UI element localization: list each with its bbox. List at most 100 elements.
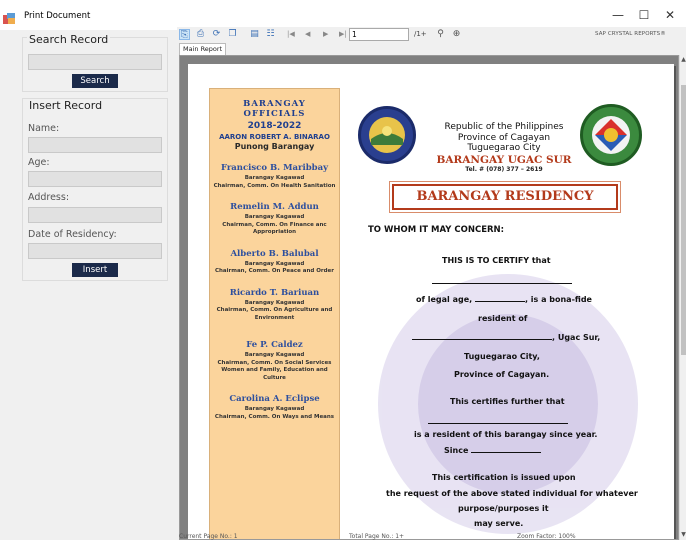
kagawad-role: Barangay Kagawad	[244, 260, 305, 267]
kagawad-name: Carolina A. Eclipse	[229, 394, 320, 404]
city-line: Tuguegarao City,	[464, 352, 540, 361]
kagawad-name: Ricardo T. Bariuan	[229, 287, 320, 298]
copy-icon[interactable]: ❐	[227, 29, 238, 40]
kagawad-role: Barangay Kagawad	[244, 352, 305, 358]
date-of-residency-label: Date of Residency:	[28, 229, 117, 240]
punong-barangay-name: AARON ROBERT A. BINARAO	[219, 133, 330, 141]
header-line-1: Republic of the Philippines	[444, 122, 564, 132]
last-page-icon[interactable]: ▶|	[339, 29, 347, 40]
issued-line-3: purpose/purposes it	[458, 504, 549, 513]
insert-button[interactable]: Insert	[72, 263, 118, 277]
kagawad-entry: Remelin M. Addun Barangay Kagawad Chairm…	[210, 202, 339, 237]
print-icon[interactable]: ⎙	[195, 29, 206, 40]
kagawad-committee: Chairman, Comm. On Social Services Women…	[217, 359, 332, 381]
search-input[interactable]	[28, 54, 162, 70]
since-blank	[471, 445, 542, 453]
kagawad-entry: Ricardo T. Bariuan Barangay Kagawad Chai…	[210, 288, 339, 323]
zoom-icon[interactable]: ⊕	[451, 29, 462, 40]
find-icon[interactable]: ⚲	[435, 29, 446, 40]
refresh-icon[interactable]: ⟳	[211, 29, 222, 40]
age-blank	[474, 294, 525, 302]
report-page: BARANGAY OFFICIALS 2018-2022 AARON ROBER…	[188, 64, 674, 539]
group-tree-icon[interactable]: ▤	[249, 29, 260, 40]
kagawad-committee: Chairman, Comm. On Finance anc Appropria…	[222, 221, 327, 236]
status-total-pages: Total Page No.: 1+	[349, 533, 405, 540]
page-number-input[interactable]: 1	[349, 28, 409, 41]
certificate-banner: BARANGAY RESIDENCY	[389, 181, 621, 213]
close-button[interactable]: ✕	[660, 8, 680, 22]
since-line: Since	[444, 445, 542, 455]
punong-barangay-role: Punong Barangay	[234, 142, 315, 151]
next-page-icon[interactable]: ▶	[323, 29, 328, 40]
tab-main-report[interactable]: Main Report	[179, 43, 227, 55]
address-field[interactable]	[28, 207, 162, 223]
parameters-icon[interactable]: ☷	[265, 29, 276, 40]
date-of-residency-field[interactable]	[28, 243, 162, 259]
kagawad-role: Barangay Kagawad	[244, 214, 305, 220]
first-page-icon[interactable]: |◀	[287, 29, 295, 40]
kagawad-entry: Alberto B. Balubal Barangay Kagawad Chai…	[210, 249, 339, 276]
address-label: Address:	[28, 192, 70, 203]
scroll-thumb[interactable]	[681, 85, 686, 355]
kagawad-role: Barangay Kagawad	[244, 299, 305, 306]
previous-page-icon[interactable]: ◀	[305, 29, 310, 40]
issued-line-2: the request of the above stated individu…	[386, 489, 638, 498]
officials-title-1: BARANGAY	[243, 99, 306, 109]
header-line-2: Province of Cagayan	[457, 132, 551, 143]
search-record-title: Search Record	[27, 33, 111, 46]
sap-brand: SAP CRYSTAL REPORTS®	[595, 31, 666, 37]
legal-age-line: of legal age, , is a bona-fide	[416, 294, 592, 304]
kagawad-committee: Chairman, Comm. On Ways and Means	[214, 413, 335, 420]
age-field[interactable]	[28, 171, 162, 187]
province-line: Province of Cagayan.	[454, 370, 550, 379]
ugac-sur-text: , Ugac Sur,	[552, 333, 601, 342]
window-title: Print Document	[24, 11, 91, 21]
kagawad-name: Fe P. Caldez	[246, 340, 303, 350]
kagawad-entry: Fe P. Caldez Barangay Kagawad Chairman, …	[210, 340, 339, 382]
officials-title-2: OFFICIALS	[243, 109, 306, 119]
kagawad-committee: Chairman, Comm. On Peace and Order	[214, 268, 335, 274]
issued-line-1: This certification is issued upon	[432, 473, 576, 482]
header-barangay: BARANGAY UGAC SUR	[436, 153, 572, 166]
maximize-button[interactable]: ☐	[634, 8, 654, 22]
header-tel: Tel. # (078) 377 – 2619	[465, 165, 543, 173]
vertical-scrollbar[interactable]: ▲ ▼	[679, 55, 686, 540]
search-button[interactable]: Search	[72, 74, 118, 88]
city-seal-right	[580, 104, 642, 166]
minimize-button[interactable]: —	[608, 8, 628, 22]
age-label: Age:	[28, 157, 50, 168]
kagawad-entry: Francisco B. Maribbay Barangay Kagawad C…	[210, 163, 339, 190]
further-blank	[428, 416, 568, 426]
kagawad-role: Barangay Kagawad	[244, 175, 305, 181]
report-header: Republic of the Philippines Province of …	[424, 122, 584, 173]
kagawad-name: Francisco B. Maribbay	[220, 163, 329, 173]
report-viewer: ⎘ ⎙ ⟳ ❐ ▤ ☷ |◀ ◀ ▶ ▶| 1 /1+ ⚲ ⊕ SAP CRYS…	[177, 27, 686, 540]
kagawad-name: Remelin M. Addun	[230, 202, 319, 212]
further-line: This certifies further that	[450, 397, 565, 406]
print-document-window: Print Document — ☐ ✕ Search Record Searc…	[0, 0, 686, 540]
barangay-seal-left	[358, 106, 416, 164]
search-record-group: Search Record Search	[22, 33, 168, 92]
address-blank	[412, 332, 552, 340]
title-bar: Print Document — ☐ ✕	[0, 0, 686, 30]
legal-age-text-a: of legal age,	[416, 295, 473, 304]
to-whom-heading: TO WHOM IT MAY CONCERN:	[368, 225, 505, 235]
issued-line-4: may serve.	[474, 519, 524, 528]
header-line-3: Tuguegarao City	[467, 143, 541, 153]
name-field[interactable]	[28, 137, 162, 153]
kagawad-committee: Chairman, Comm. On Agriculture and Envir…	[216, 307, 333, 321]
kagawad-role: Barangay Kagawad	[244, 406, 305, 412]
certify-line: THIS IS TO CERTIFY that	[442, 256, 551, 265]
scroll-up-icon[interactable]: ▲	[680, 56, 686, 63]
insert-record-group: Insert Record Name: Age: Address: Date o…	[22, 98, 168, 281]
since-text: Since	[444, 446, 469, 455]
insert-record-title: Insert Record	[27, 99, 105, 112]
kagawad-name: Alberto B. Balubal	[230, 248, 319, 259]
export-icon[interactable]: ⎘	[179, 29, 190, 40]
kagawad-entry: Carolina A. Eclipse Barangay Kagawad Cha…	[210, 394, 339, 421]
app-icon	[3, 10, 16, 24]
page-total: /1+	[414, 30, 427, 38]
report-canvas: BARANGAY OFFICIALS 2018-2022 AARON ROBER…	[179, 55, 679, 540]
legal-age-text-b: , is a bona-fide	[524, 295, 592, 304]
status-current-page: Current Page No.: 1	[179, 533, 238, 540]
